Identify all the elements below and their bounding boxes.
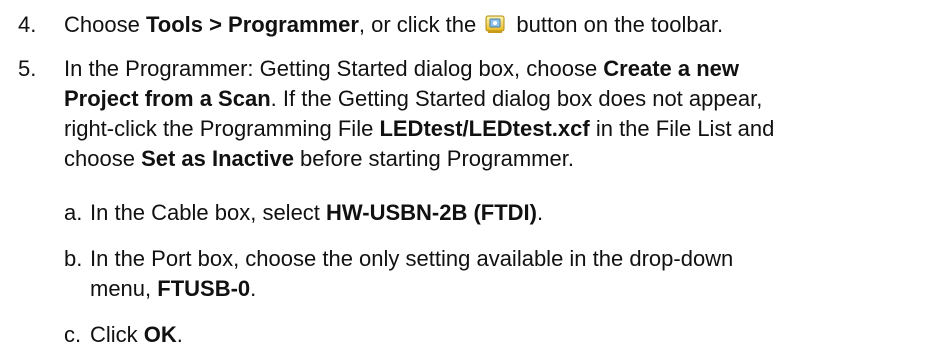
step-5-line-3-filename: LEDtest/LEDtest.xcf [379, 116, 590, 141]
programmer-toolbar-icon [484, 13, 506, 35]
substep-c-text-1: Click [90, 322, 144, 347]
substep-a-letter: a. [64, 200, 83, 225]
step-4-text: Choose Tools > Programmer, or click the … [64, 10, 723, 40]
substep-a-text-1: In the Cable box, select [90, 200, 327, 225]
step-4-text-2: , or click the [358, 12, 477, 37]
substep-b-line-2-text-1: menu, [90, 276, 158, 301]
step-5-line-2-text: . If the Getting Started dialog box does… [270, 86, 763, 111]
document-page: 4. Choose Tools > Programmer, or click t… [0, 0, 929, 356]
step-5-line-4-text-1: choose [64, 146, 142, 171]
step-5-line-4-text-2: before starting Programmer. [293, 146, 574, 171]
substep-c-text-2: . [176, 322, 183, 347]
step-4-menu-path: Tools > Programmer [145, 12, 359, 37]
substep-c-letter: c. [64, 322, 82, 347]
step-5-line-2-bold: Project from a Scan [64, 86, 271, 111]
step-5-line-3-text-2: in the File List and [589, 116, 775, 141]
substep-b-letter: b. [64, 246, 83, 271]
substep-b-line-2-text-2: . [250, 276, 257, 301]
step-4-text-1: Choose [64, 12, 146, 37]
step-5-line-4-bold: Set as Inactive [141, 146, 294, 171]
step-5-text: In the Programmer: Getting Started dialo… [64, 54, 774, 174]
substep-a-cable-name: HW-USBN-2B (FTDI) [326, 200, 537, 225]
step-5-line-1-bold: Create a new [603, 56, 740, 81]
substep-b-text: In the Port box, choose the only setting… [90, 244, 733, 304]
substep-a-text-2: . [537, 200, 544, 225]
step-5-number: 5. [18, 56, 37, 81]
substep-c-ok: OK [143, 322, 177, 347]
step-4-number: 4. [18, 12, 37, 37]
substep-b-line-1-text: In the Port box, choose the only setting… [90, 246, 734, 271]
step-4-text-3: button on the toolbar. [510, 12, 724, 37]
step-5-line-1-text: In the Programmer: Getting Started dialo… [64, 56, 604, 81]
step-5-line-3-text-1: right-click the Programming File [64, 116, 380, 141]
substep-c-text: Click OK. [90, 320, 183, 350]
substep-a-text: In the Cable box, select HW-USBN-2B (FTD… [90, 198, 543, 228]
substep-b-port-name: FTUSB-0 [157, 276, 251, 301]
